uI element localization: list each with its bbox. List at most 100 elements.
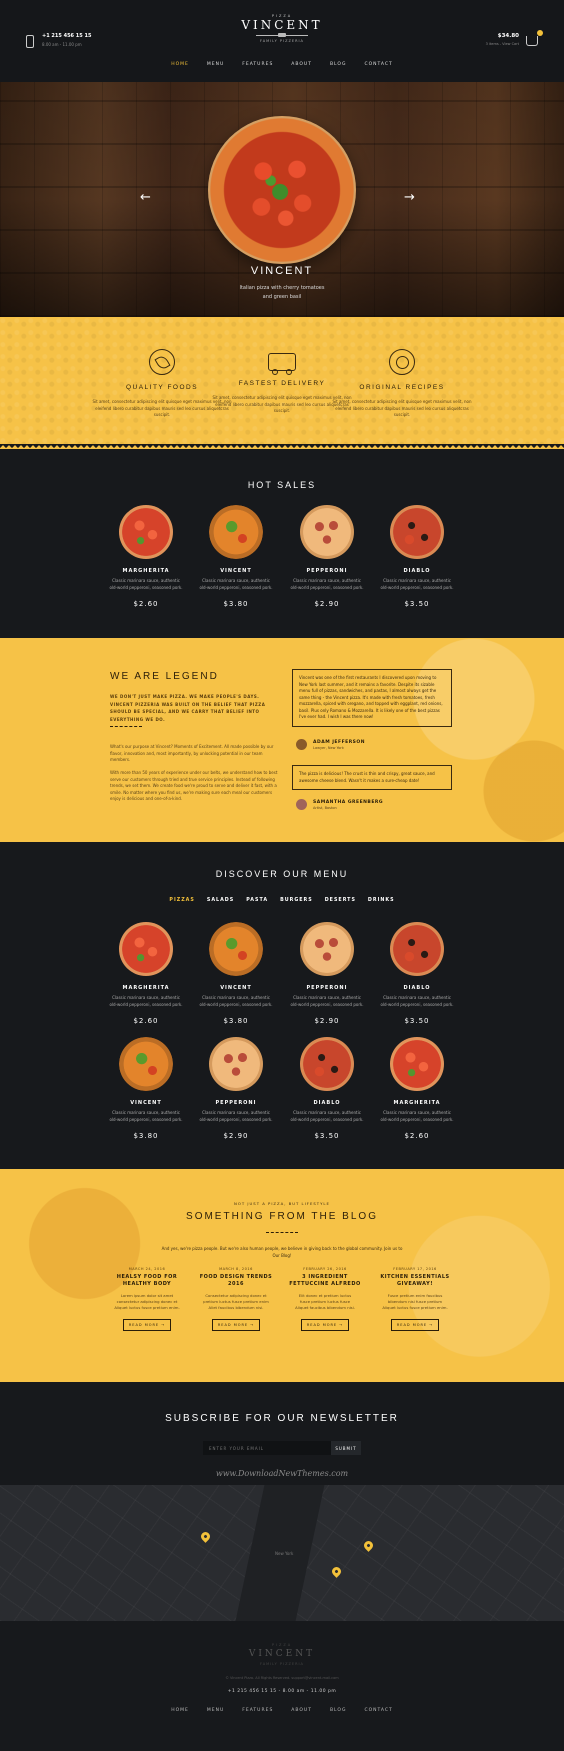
slider-next-icon[interactable]: → — [404, 190, 415, 205]
post-title-line[interactable]: KITCHEN ESSENTIALS — [375, 1274, 455, 1281]
tab-pizzas[interactable]: PIZZAS — [169, 898, 194, 903]
cart-summary[interactable]: 3 items - View Cart — [486, 42, 519, 46]
tab-burgers[interactable]: BURGERS — [280, 898, 313, 903]
post-title[interactable]: HEALSY FOOD FOR HEALTHY BODY — [107, 1274, 187, 1288]
post-title-line[interactable]: GIVEAWAY! — [375, 1281, 455, 1288]
logo-tagline: FAMILY PIZZERIA — [260, 39, 304, 43]
post-excerpt: Fusce pretium enim faucibus bibendum nisi… — [375, 1293, 455, 1311]
read-more-button[interactable]: READ MORE → — [390, 1319, 440, 1331]
main-nav: HOME MENU FEATURES ABOUT BLOG CONTACT — [0, 62, 564, 67]
post-excerpt: Lorem ipsum dolor sit amet consectetur ad… — [107, 1293, 187, 1311]
cart-total: $34.80 — [497, 33, 519, 39]
pizza-image[interactable] — [390, 922, 444, 976]
product-card[interactable]: DIABLO Classic marinara sauce, authentic… — [357, 922, 477, 1025]
menu-section: DISCOVER OUR MENU PIZZAS SALADS PASTA BU… — [0, 842, 564, 1169]
nav-blog[interactable]: BLOG — [330, 62, 346, 67]
pizza-image[interactable] — [209, 505, 263, 559]
footer-nav-contact[interactable]: CONTACT — [364, 1708, 392, 1713]
post-title-line[interactable]: 3 INGREDIENT — [285, 1274, 365, 1281]
feature-title: FASTEST DELIVERY — [238, 380, 326, 387]
newsletter-section: SUBSCRIBE FOR OUR NEWSLETTER SUBMIT www.… — [0, 1382, 564, 1485]
post-title[interactable]: KITCHEN ESSENTIALS GIVEAWAY! — [375, 1274, 455, 1288]
footer-nav-about[interactable]: ABOUT — [291, 1708, 312, 1713]
read-more-button[interactable]: READ MORE → — [300, 1319, 350, 1331]
hero-subtitle-line-2: and green basil — [262, 294, 302, 300]
pizza-image[interactable] — [390, 505, 444, 559]
pizza-image[interactable] — [300, 505, 354, 559]
footer-logo[interactable]: PIZZA VINCENT FAMILY PIZZERIA — [0, 1643, 564, 1666]
footer-nav-menu[interactable]: MENU — [207, 1708, 224, 1713]
post-excerpt: Elit donec et pretium luctus fusce pretiu… — [285, 1293, 365, 1311]
nav-contact[interactable]: CONTACT — [364, 62, 392, 67]
footer-nav-blog[interactable]: BLOG — [330, 1708, 346, 1713]
pizza-image[interactable] — [300, 922, 354, 976]
feature-recipes: ORIGINAL RECIPES Sit amet, consectetur a… — [332, 349, 472, 419]
blog-post: MARCH 8, 2016 FOOD DESIGN TRENDS 2016 Con… — [196, 1267, 276, 1331]
email-field[interactable] — [203, 1441, 331, 1455]
post-title-line[interactable]: HEALTHY BODY — [107, 1281, 187, 1288]
pizza-image[interactable] — [119, 922, 173, 976]
nav-about[interactable]: ABOUT — [291, 62, 312, 67]
post-title-line[interactable]: HEALSY FOOD FOR — [107, 1274, 187, 1281]
blog-kicker: NOT JUST A PIZZA, BUT LIFESTYLE — [234, 1201, 330, 1206]
testimonial-quote: Vincent was one of the first restaurants… — [292, 669, 452, 727]
product-card[interactable]: DIABLO Classic marinara sauce, authentic… — [357, 505, 477, 608]
footer-nav-home[interactable]: HOME — [171, 1708, 189, 1713]
author-name: ADAM JEFFERSON — [313, 739, 366, 745]
map-city-label: New York — [275, 1551, 294, 1556]
product-desc: Classic marinara sauce, authentic old-wor… — [357, 1110, 477, 1123]
pizza-image[interactable] — [209, 922, 263, 976]
pizza-image[interactable] — [119, 1037, 173, 1091]
pizza-image[interactable] — [119, 505, 173, 559]
footer-nav-features[interactable]: FEATURES — [242, 1708, 273, 1713]
post-title-line[interactable]: FOOD DESIGN TRENDS — [196, 1274, 276, 1281]
author-role: Artist, Boston — [313, 805, 337, 810]
product-name[interactable]: MARGHERITA — [357, 1100, 477, 1106]
slider-prev-icon[interactable]: ← — [140, 190, 151, 205]
author-role: Lawyer, New York — [313, 745, 344, 750]
watermark-text: www.DownloadNewThemes.com — [215, 1469, 349, 1478]
feature-title: QUALITY FOODS — [125, 384, 199, 391]
post-excerpt-line: Aliquet faucibus bibendum nisi. — [295, 1305, 355, 1310]
product-desc-line: old-world pepperoni, seasoned pork. — [380, 1001, 454, 1007]
features-section: QUALITY FOODS Sit amet, consectetur adip… — [0, 317, 564, 449]
nav-menu[interactable]: MENU — [207, 62, 224, 67]
logo-name: VINCENT — [248, 1649, 316, 1659]
product-card[interactable]: MARGHERITA Classic marinara sauce, authe… — [357, 1037, 477, 1140]
product-name[interactable]: DIABLO — [357, 985, 477, 991]
read-more-button[interactable]: READ MORE → — [211, 1319, 261, 1331]
footer-contact: +1 215 456 15 15 - 8.00 am - 11.00 pm — [227, 1689, 337, 1694]
nav-home[interactable]: HOME — [171, 62, 189, 67]
feature-text: Sit amet, consectetur adipiscing elit qu… — [92, 399, 232, 417]
tab-drinks[interactable]: DRINKS — [368, 898, 395, 903]
post-excerpt: Consectetur adipiscing donec et pretium l… — [196, 1293, 276, 1311]
cart-icon[interactable] — [526, 30, 543, 46]
logo-tagline: FAMILY PIZZERIA — [260, 1662, 304, 1666]
pizza-image[interactable] — [390, 1037, 444, 1091]
submit-button[interactable]: SUBMIT — [331, 1441, 361, 1455]
tab-deserts[interactable]: DESERTS — [325, 898, 356, 903]
pizza-image[interactable] — [300, 1037, 354, 1091]
location-map[interactable]: New York — [0, 1485, 564, 1621]
blog-post: FEBRUARY 17, 2016 KITCHEN ESSENTIALS GIVE… — [375, 1267, 455, 1331]
hero-pizza-image — [208, 116, 356, 264]
product-name[interactable]: DIABLO — [357, 568, 477, 574]
blog-title: SOMETHING FROM THE BLOG — [186, 1211, 378, 1222]
post-title-line[interactable]: 2016 — [196, 1281, 276, 1288]
post-title[interactable]: FOOD DESIGN TRENDS 2016 — [196, 1274, 276, 1288]
logo-name: VINCENT — [241, 18, 323, 32]
read-more-button[interactable]: READ MORE → — [122, 1319, 172, 1331]
avatar — [296, 739, 307, 750]
post-title-line[interactable]: FETTUCCINE ALFREDO — [285, 1281, 365, 1288]
tab-pasta[interactable]: PASTA — [246, 898, 268, 903]
site-logo[interactable]: PIZZA VINCENT FAMILY PIZZERIA — [0, 14, 564, 43]
tab-salads[interactable]: SALADS — [207, 898, 234, 903]
nav-features[interactable]: FEATURES — [242, 62, 273, 67]
post-title[interactable]: 3 INGREDIENT FETTUCCINE ALFREDO — [285, 1274, 365, 1288]
pizza-image[interactable] — [209, 1037, 263, 1091]
hero-subtitle-line-1: Italian pizza with cherry tomatoes — [239, 285, 325, 291]
product-desc: Classic marinara sauce, authentic old-wor… — [357, 578, 477, 591]
header-cart[interactable]: $34.80 3 items - View Cart — [486, 30, 543, 46]
product-price: $3.50 — [404, 600, 430, 608]
footer-nav: HOME MENU FEATURES ABOUT BLOG CONTACT — [0, 1708, 564, 1713]
